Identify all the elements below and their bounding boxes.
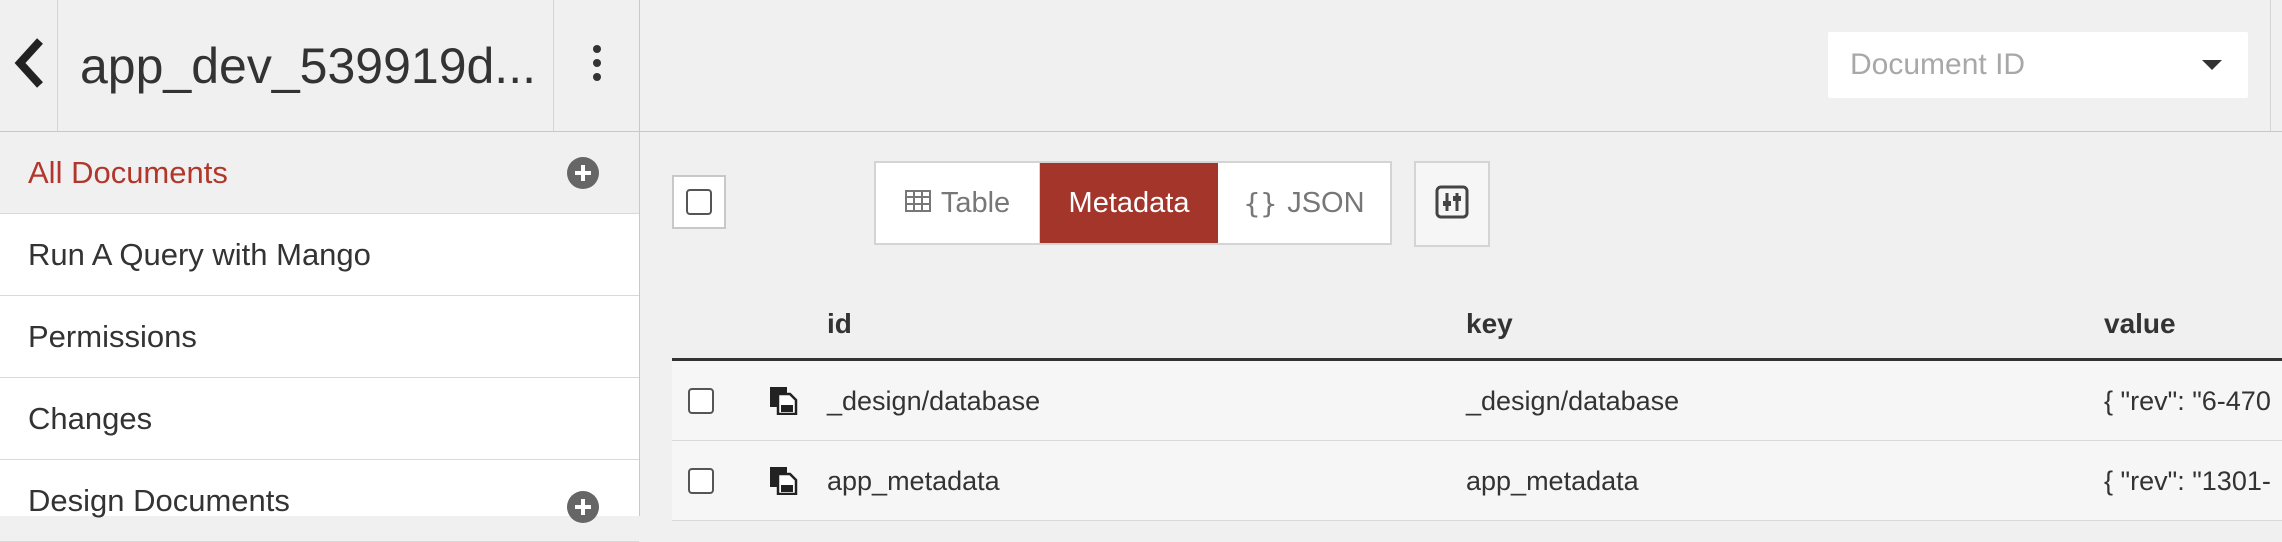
metadata-view-label: Metadata xyxy=(1068,186,1190,219)
sidebar-item-design-documents[interactable]: Design Documents xyxy=(0,460,639,542)
column-header-key[interactable]: key xyxy=(1466,308,1513,340)
table-view-button[interactable]: Table xyxy=(876,163,1040,243)
header-bar: app_dev_539919d... Document ID xyxy=(0,0,2282,132)
sidebar: All Documents Run A Query with Mango Per… xyxy=(0,132,640,542)
select-all-checkbox[interactable] xyxy=(672,175,726,229)
main-content: Table Metadata {} JSON id key value _des… xyxy=(641,132,2282,521)
sidebar-item-mango-query[interactable]: Run A Query with Mango xyxy=(0,214,639,296)
row-id[interactable]: app_metadata xyxy=(827,441,1000,521)
database-title: app_dev_539919d... xyxy=(58,0,554,131)
sidebar-item-all-documents[interactable]: All Documents xyxy=(0,132,639,214)
table-row[interactable]: app_metadata app_metadata { "rev": "1301… xyxy=(672,441,2282,521)
row-value: { "rev": "6-470 xyxy=(2104,385,2271,416)
sidebar-item-label: Permissions xyxy=(28,318,197,354)
sidebar-item-label: Run A Query with Mango xyxy=(28,236,371,272)
row-id[interactable]: _design/database xyxy=(827,361,1040,441)
sidebar-item-label: All Documents xyxy=(28,154,228,190)
row-key: app_metadata xyxy=(1466,465,1639,496)
metadata-view-button[interactable]: Metadata xyxy=(1040,163,1218,243)
sliders-icon xyxy=(1435,185,1469,224)
table-settings-button[interactable] xyxy=(1414,161,1490,247)
row-checkbox[interactable] xyxy=(688,388,714,414)
json-view-button[interactable]: {} JSON xyxy=(1218,163,1390,243)
chevron-left-icon xyxy=(12,37,46,94)
back-button[interactable] xyxy=(0,0,58,131)
checkbox-box xyxy=(686,189,712,215)
copy-document-icon[interactable] xyxy=(768,465,802,499)
view-toggle-group: Table Metadata {} JSON xyxy=(874,161,1392,245)
plus-circle-icon[interactable] xyxy=(567,157,599,189)
sidebar-item-permissions[interactable]: Permissions xyxy=(0,296,639,378)
sidebar-item-label: Design Documents xyxy=(28,482,290,518)
column-header-value[interactable]: value xyxy=(2104,308,2176,340)
table-view-label: Table xyxy=(940,186,1011,219)
column-header-id[interactable]: id xyxy=(827,308,852,340)
json-view-label: JSON xyxy=(1287,186,1365,219)
copy-document-icon[interactable] xyxy=(768,385,802,419)
kebab-menu-icon xyxy=(591,43,603,88)
row-checkbox[interactable] xyxy=(688,468,714,494)
curly-braces-icon: {} xyxy=(1243,186,1278,220)
row-value: { "rev": "1301- xyxy=(2104,465,2271,496)
plus-circle-icon[interactable] xyxy=(567,491,599,523)
document-id-placeholder: Document ID xyxy=(1850,48,2026,81)
sidebar-item-label: Changes xyxy=(28,400,153,436)
row-key: _design/database xyxy=(1466,385,1680,416)
table-row[interactable]: _design/database _design/database { "rev… xyxy=(672,361,2282,441)
database-menu-button[interactable] xyxy=(554,0,640,131)
sidebar-item-changes[interactable]: Changes xyxy=(0,378,639,460)
table-grid-icon xyxy=(904,187,931,220)
document-id-select[interactable]: Document ID xyxy=(1828,32,2248,98)
header-edge-divider xyxy=(2270,0,2282,131)
caret-down-icon xyxy=(2202,60,2222,70)
